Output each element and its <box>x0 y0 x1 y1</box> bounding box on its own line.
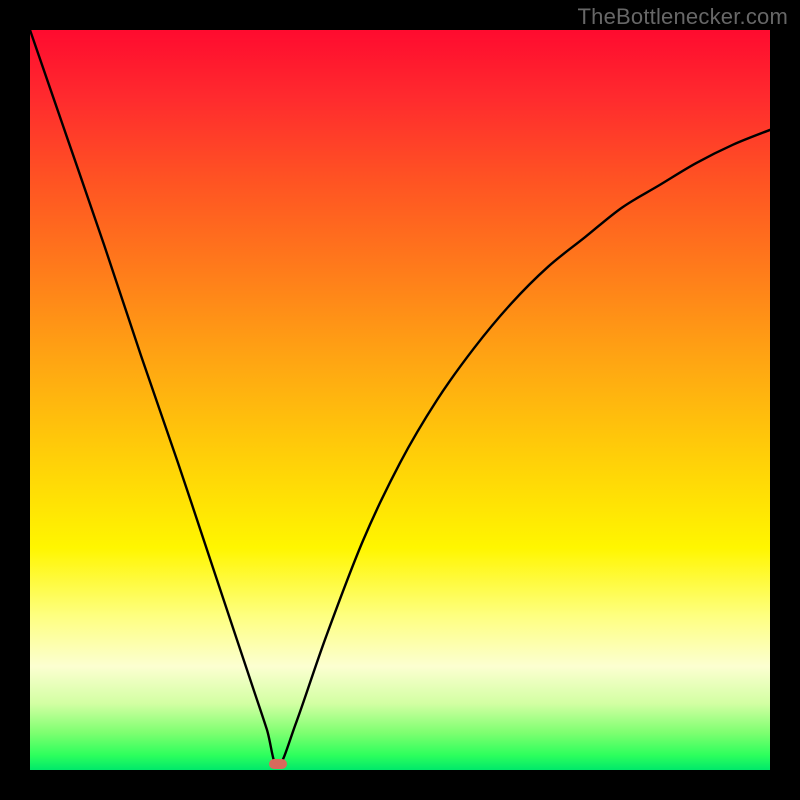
chart-frame: TheBottlenecker.com <box>0 0 800 800</box>
watermark-text: TheBottlenecker.com <box>578 4 788 30</box>
bottleneck-curve <box>30 30 770 766</box>
minimum-marker <box>269 759 287 769</box>
plot-area <box>30 30 770 770</box>
curve-svg <box>30 30 770 770</box>
